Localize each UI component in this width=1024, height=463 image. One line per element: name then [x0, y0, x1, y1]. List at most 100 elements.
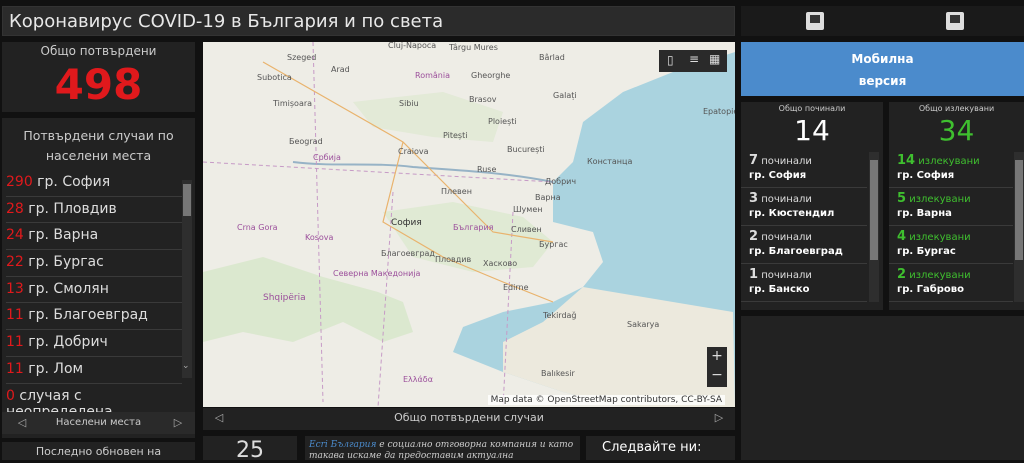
list-item[interactable]: 4 излекувани гр. Бургас [889, 226, 1013, 264]
follow-panel: Следвайте ни: [586, 436, 735, 460]
map-label: Timișoara [272, 99, 312, 109]
recovered-city: гр. Варна [897, 208, 952, 219]
map-label: Благоевград [381, 249, 435, 258]
zoom-out-button[interactable]: − [707, 367, 727, 383]
case-count: 11 [6, 334, 24, 351]
map-label: Edirne [503, 283, 529, 292]
place-name: гр. Пловдив [23, 200, 117, 217]
map-label: Плевен [441, 187, 472, 196]
death-count: 1 [749, 267, 759, 282]
recovered-scrollbar[interactable] [1014, 152, 1024, 302]
zoom-in-button[interactable]: + [707, 348, 727, 364]
list-item[interactable]: 1 починали гр. Банско [741, 264, 867, 302]
death-word: починали [758, 156, 812, 167]
zoom-controls: + − [707, 347, 727, 387]
scrollbar-thumb[interactable] [870, 160, 878, 260]
map-label: Ruse [477, 165, 496, 174]
page-title: Коронавирус COVID-19 в България и по све… [9, 11, 444, 32]
list-item[interactable]: 28 гр. Пловдив [6, 197, 182, 224]
deaths-scrollbar[interactable] [869, 152, 879, 302]
map-label: Sibiu [399, 99, 419, 108]
total-confirmed-value: 498 [54, 60, 143, 109]
death-city: гр. Кюстендил [749, 208, 835, 219]
follow-label: Следвайте ни: [602, 440, 702, 455]
company-link[interactable]: Ecri България [309, 440, 376, 450]
map-label: Arad [331, 65, 350, 74]
recovered-label: Общо излекувани [918, 104, 995, 113]
map-label: Шумен [513, 205, 542, 214]
bookmark-icon[interactable]: ▯ [667, 53, 674, 67]
case-count: 24 [6, 227, 24, 244]
deaths-panel: Общо починали 14 7 починали гр. София 3 п… [741, 102, 883, 310]
map[interactable]: Cluj-Napoca Târgu Mures Bârlad Szeged Ar… [203, 42, 735, 407]
scrollbar-thumb[interactable] [1015, 160, 1023, 260]
recovered-word: излекувани [906, 194, 971, 205]
map-label: Сливен [511, 225, 542, 234]
scrollbar-thumb[interactable] [183, 184, 191, 216]
chevron-right-icon[interactable]: ▷ [170, 416, 186, 429]
map-label: Brasov [469, 95, 497, 104]
recovered-word: излекувани [906, 232, 971, 243]
recovered-city: гр. София [897, 170, 955, 181]
chevron-right-icon[interactable]: ▷ [711, 411, 727, 424]
map-canvas[interactable]: Cluj-Napoca Târgu Mures Bârlad Szeged Ar… [203, 42, 735, 407]
city-list-panel: Потвърдени случаи по населени места 290 … [2, 118, 195, 438]
days-panel: 25 [203, 436, 297, 463]
recovered-count: 14 [897, 153, 916, 168]
list-item[interactable]: 2 починали гр. Благоевград [741, 226, 867, 264]
death-count: 3 [749, 191, 759, 206]
map-label: Pitești [443, 131, 467, 141]
city-list-scrollbar[interactable] [182, 180, 192, 378]
list-item[interactable]: 2 излекувани гр. Габрово [889, 264, 1013, 302]
city-list-footer-label: Населени места [55, 417, 142, 428]
place-name: гр. Варна [23, 227, 99, 244]
place-name: гр. Лом [23, 360, 84, 377]
map-label: Пловдив [435, 255, 471, 264]
mobile-version-button[interactable]: Мобилна версия [741, 42, 1024, 96]
list-item[interactable]: 13 гр. Смолян [6, 277, 182, 304]
map-label: Ploiești [488, 117, 517, 127]
list-item[interactable]: 3 починали гр. Кюстендил [741, 188, 867, 226]
list-item[interactable]: 14 излекувани гр. София [889, 150, 1013, 188]
recovered-count: 5 [897, 191, 907, 206]
chevron-down-icon[interactable]: ⌄ [182, 361, 190, 371]
list-item[interactable]: 11 гр. Добрич [6, 330, 182, 357]
place-name: гр. Бургас [23, 254, 104, 271]
list-item[interactable]: 22 гр. Бургас [6, 250, 182, 277]
list-item[interactable]: 5 излекувани гр. Варна [889, 188, 1013, 226]
map-label: София [391, 218, 422, 228]
image-icon[interactable] [806, 12, 824, 30]
recovered-city: гр. Бургас [897, 246, 956, 257]
city-list-title-line2: населени места [45, 148, 152, 163]
list-item[interactable]: 11 гр. Лом [6, 357, 182, 384]
map-label: България [453, 223, 494, 232]
last-updated-label: Последно обновен на [35, 445, 162, 458]
map-label: Kosova [305, 233, 334, 242]
map-label: Бeograd [289, 137, 323, 146]
map-label: Tekirdağ [542, 311, 577, 320]
map-label: Србија [313, 153, 341, 162]
place-name: гр. Благоевград [23, 307, 148, 324]
deaths-value: 14 [794, 114, 830, 147]
recovered-word: излекувани [915, 156, 980, 167]
place-name: гр. София [32, 174, 111, 190]
image-icon[interactable] [946, 12, 964, 30]
qr-icon[interactable]: ▦ [709, 52, 720, 66]
case-count: 0 [6, 387, 15, 404]
map-label: România [415, 71, 450, 80]
map-label: Sakarya [627, 320, 659, 329]
list-item[interactable]: 7 починали гр. София [741, 150, 867, 188]
case-count: 11 [6, 307, 24, 324]
death-count: 2 [749, 229, 759, 244]
list-item[interactable]: 24 гр. Варна [6, 223, 182, 251]
map-label: Craiova [398, 147, 429, 156]
list-icon[interactable]: ≡ [689, 52, 699, 66]
list-item[interactable]: 11 гр. Благоевград [6, 303, 182, 331]
recovered-count: 2 [897, 267, 907, 282]
deaths-list[interactable]: 7 починали гр. София 3 починали гр. Кюстен… [741, 150, 867, 306]
recovered-list[interactable]: 14 излекувани гр. София 5 излекувани гр. В… [889, 150, 1013, 306]
title-bar: Коронавирус COVID-19 в България и по све… [2, 6, 735, 36]
recovered-word: излекувани [906, 270, 971, 281]
list-item[interactable]: 290 гр. София [6, 170, 182, 197]
death-city: гр. Банско [749, 284, 810, 295]
